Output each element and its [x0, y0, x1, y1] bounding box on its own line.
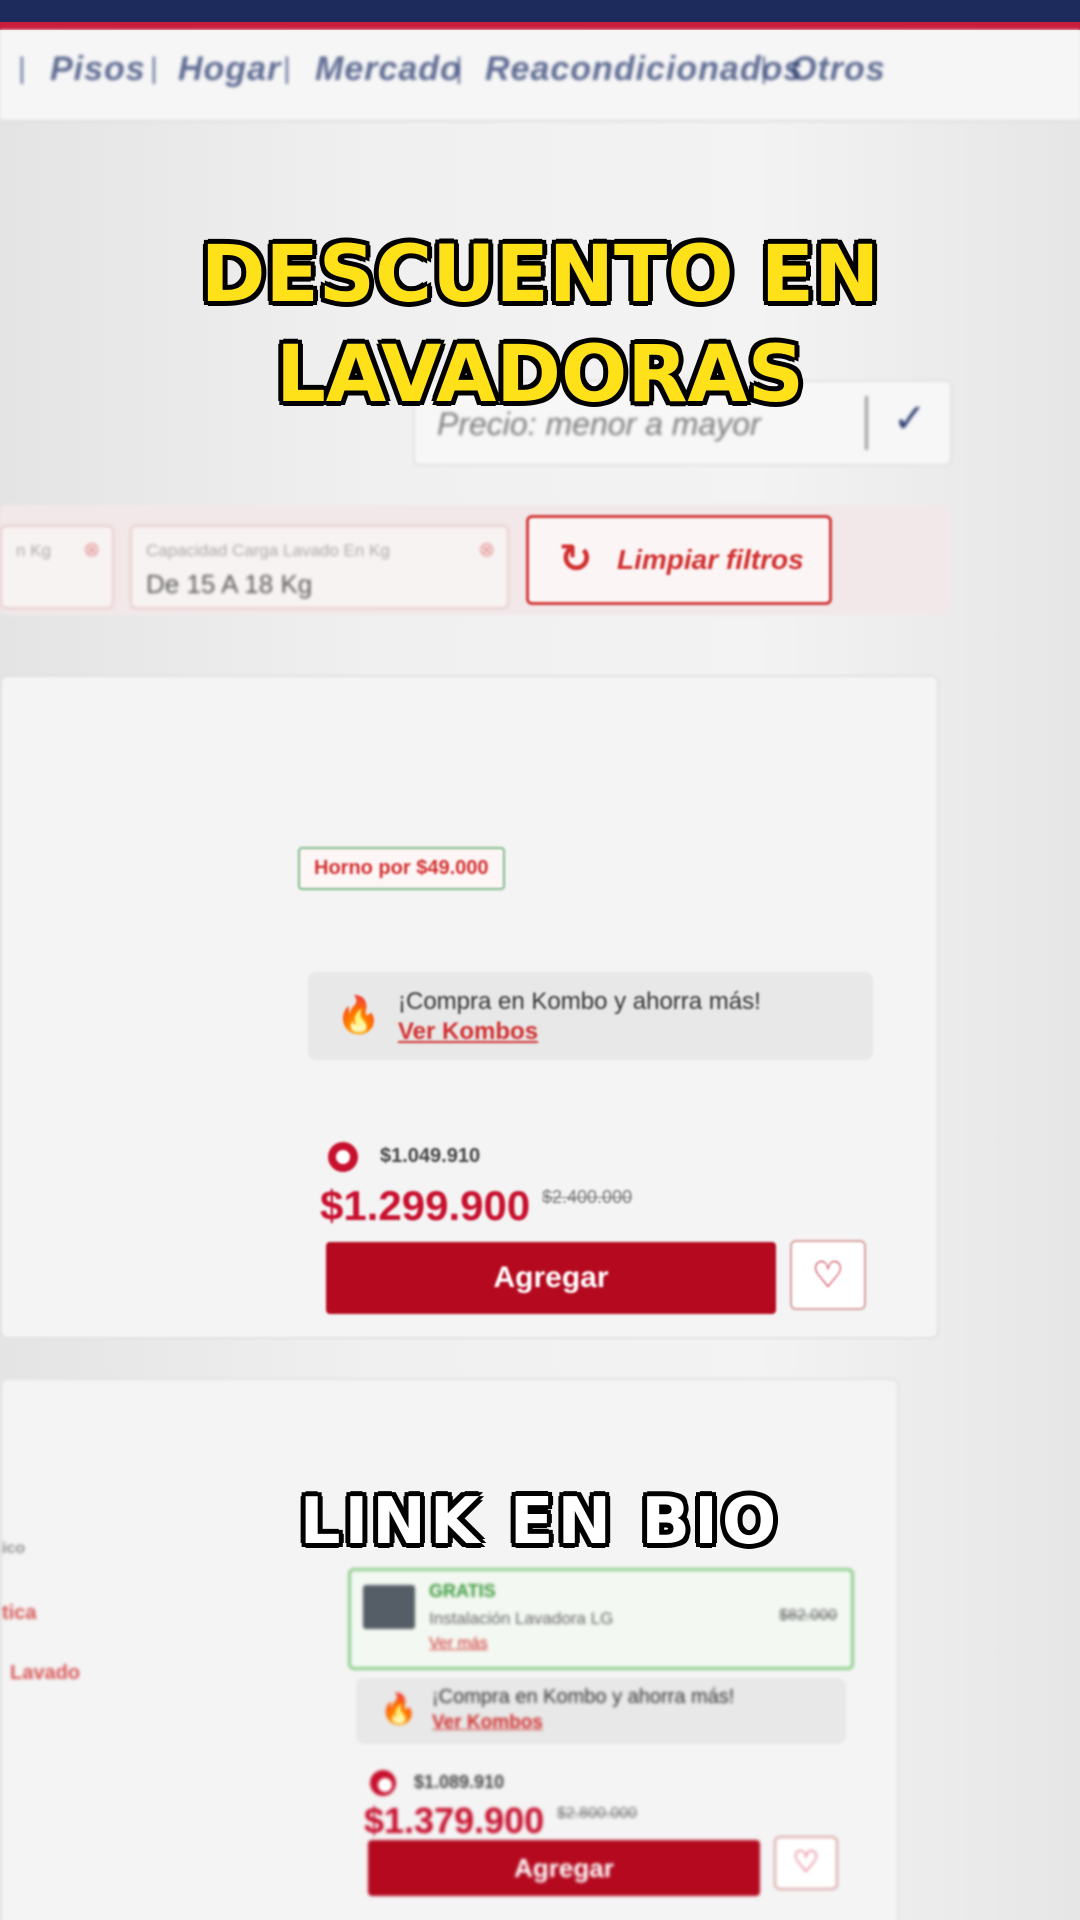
- points-icon: [328, 1142, 358, 1172]
- nav-separator: |: [455, 52, 463, 85]
- clear-filters-button[interactable]: ↻ Limpiar filtros: [526, 515, 832, 605]
- fire-icon: 🔥: [336, 994, 381, 1035]
- product-card: Horno por $49.000 🔥 ¡Compra en Kombo y a…: [0, 675, 939, 1339]
- kombo-link[interactable]: Ver Kombos: [432, 1712, 543, 1734]
- filter-chip-label: n Kg: [16, 541, 51, 560]
- add-to-cart-button[interactable]: Agregar: [326, 1242, 776, 1314]
- add-to-cart-button[interactable]: Agregar: [368, 1840, 760, 1896]
- nav-item-reacondicionados[interactable]: Reacondicionados: [485, 50, 803, 89]
- heart-icon[interactable]: ♡: [790, 1240, 866, 1310]
- current-price: $1.299.900: [320, 1182, 531, 1229]
- nav-item-pisos[interactable]: Pisos: [50, 50, 146, 89]
- header-band: [0, 0, 1080, 22]
- current-price: $1.379.900: [364, 1800, 545, 1841]
- video-footer-caption: LINK EN BIO: [299, 1485, 781, 1559]
- gift-price: $82.000: [779, 1607, 837, 1624]
- nav-separator: |: [283, 52, 291, 85]
- kombo-banner: 🔥 ¡Compra en Kombo y ahorra más! Ver Kom…: [308, 972, 873, 1060]
- clear-filters-label: Limpiar filtros: [617, 544, 804, 575]
- side-label: tica: [2, 1602, 37, 1624]
- gift-title: GRATIS: [429, 1581, 496, 1601]
- filter-chip-capacity[interactable]: n Kg ⊗: [0, 525, 114, 609]
- old-price: $2.400.000: [542, 1187, 633, 1207]
- points-price: $1.089.910: [414, 1772, 505, 1792]
- heart-icon[interactable]: ♡: [774, 1836, 838, 1890]
- browser-screen: | Pisos | Hogar | Mercado | Reacondicion…: [0, 0, 1080, 1920]
- headline-line-1: DESCUENTO EN: [200, 230, 880, 320]
- nav-separator: |: [760, 52, 768, 85]
- old-price: $2.800.000: [557, 1805, 638, 1822]
- side-label: ico: [2, 1540, 26, 1557]
- points-icon: [370, 1770, 396, 1796]
- fire-icon: 🔥: [380, 1693, 418, 1726]
- refresh-icon: ↻: [559, 537, 593, 581]
- product-card: ico tica Lavado GRATIS Instalación Lavad…: [0, 1378, 899, 1920]
- kombo-title: ¡Compra en Kombo y ahorra más!: [432, 1686, 735, 1708]
- nav-separator: |: [18, 52, 26, 85]
- video-headline: DESCUENTO EN LAVADORAS: [180, 225, 900, 425]
- nav-item-otros[interactable]: Otros: [790, 50, 886, 89]
- gift-thumbnail: [363, 1585, 415, 1629]
- kombo-banner: 🔥 ¡Compra en Kombo y ahorra más! Ver Kom…: [356, 1678, 846, 1744]
- close-icon[interactable]: ⊗: [478, 537, 495, 562]
- nav-item-mercado[interactable]: Mercado: [315, 50, 462, 89]
- kombo-link[interactable]: Ver Kombos: [398, 1018, 538, 1046]
- filter-chip-value: De 15 A 18 Kg: [146, 569, 313, 599]
- gift-description: Instalación Lavadora LG: [429, 1609, 614, 1628]
- promo-badge: Horno por $49.000: [298, 847, 505, 890]
- nav-separator: |: [150, 52, 158, 85]
- free-gift-banner: GRATIS Instalación Lavadora LG Ver más $…: [348, 1568, 854, 1670]
- category-nav: | Pisos | Hogar | Mercado | Reacondicion…: [0, 30, 1080, 122]
- gift-link[interactable]: Ver más: [429, 1635, 488, 1653]
- close-icon[interactable]: ⊗: [83, 537, 100, 562]
- headline-line-2: LAVADORAS: [276, 330, 804, 420]
- kombo-title: ¡Compra en Kombo y ahorra más!: [398, 988, 761, 1015]
- side-label: Lavado: [10, 1662, 81, 1684]
- header-accent-stripe: [0, 22, 1080, 30]
- nav-item-hogar[interactable]: Hogar: [178, 50, 281, 89]
- points-price: $1.049.910: [380, 1145, 481, 1167]
- filter-chip-load-capacity[interactable]: Capacidad Carga Lavado En Kg De 15 A 18 …: [130, 525, 509, 609]
- filter-chip-label: Capacidad Carga Lavado En Kg: [146, 541, 390, 560]
